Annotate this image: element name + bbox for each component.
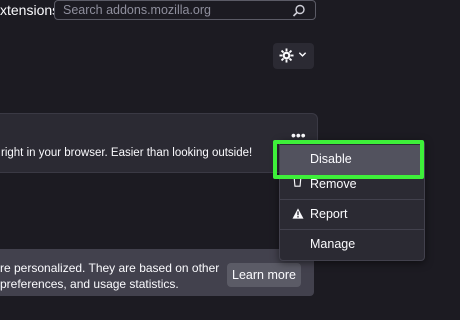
extension-description: right in your browser. Easier than looki… bbox=[1, 147, 253, 159]
page-heading: xtensions bbox=[0, 2, 60, 18]
notice-line-2: preferences, and usage statistics. bbox=[0, 277, 179, 291]
chevron-down-icon bbox=[298, 52, 307, 57]
search-placeholder: Search addons.mozilla.org bbox=[63, 3, 211, 17]
menu-item-label: Manage bbox=[310, 237, 356, 251]
gear-icon bbox=[279, 48, 294, 63]
menu-item-manage[interactable]: Manage bbox=[280, 229, 424, 260]
learn-more-button[interactable]: Learn more bbox=[227, 263, 301, 287]
warning-icon bbox=[292, 208, 304, 219]
extension-card: ••• right in your browser. Easier than l… bbox=[0, 113, 318, 173]
highlight-box bbox=[273, 140, 424, 179]
menu-item-label: Report bbox=[310, 207, 348, 221]
search-input[interactable]: Search addons.mozilla.org bbox=[54, 0, 316, 20]
tools-menu-button[interactable] bbox=[273, 43, 314, 69]
notice-line-1: re personalized. They are based on other bbox=[0, 261, 220, 275]
menu-item-report[interactable]: Report bbox=[280, 199, 424, 230]
menu-item-label: Remove bbox=[310, 177, 357, 191]
search-icon[interactable] bbox=[291, 3, 307, 19]
